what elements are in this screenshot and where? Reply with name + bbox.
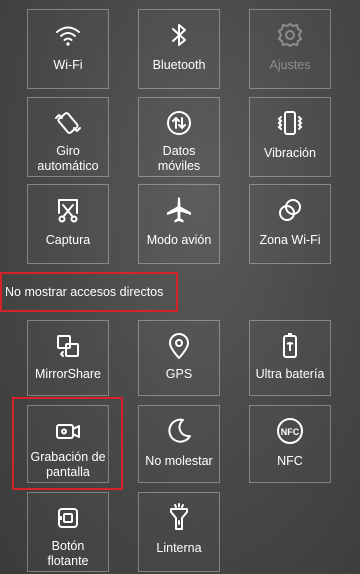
mobile-data-icon [164, 108, 194, 138]
tile-gps[interactable]: GPS [138, 320, 220, 396]
tile-vibration[interactable]: Vibración [249, 97, 331, 177]
tile-label: Ajustes [269, 58, 311, 72]
tile-label: No molestar [145, 454, 213, 468]
tile-flashlight[interactable]: Linterna [138, 492, 220, 572]
tile-label: Wi-Fi [53, 58, 83, 72]
tile-label: Zona Wi-Fi [259, 233, 321, 247]
tile-do-not-disturb[interactable]: No molestar [138, 405, 220, 483]
tile-ultra-battery[interactable]: Ultra batería [249, 320, 331, 396]
tile-mobile-data[interactable]: Datos móviles [138, 97, 220, 177]
tile-hotspot[interactable]: Zona Wi-Fi [249, 184, 331, 264]
tile-settings[interactable]: Ajustes [249, 9, 331, 89]
tile-label: Ultra batería [255, 367, 325, 381]
wifi-icon [53, 20, 83, 50]
tile-screen-recording[interactable]: Grabación de pantalla [27, 405, 109, 483]
hidden-shortcuts-section-label: No mostrar accesos directos [0, 272, 178, 312]
tile-floating-button[interactable]: Botón flotante [27, 492, 109, 572]
gear-icon [275, 20, 305, 50]
bluetooth-icon [164, 20, 194, 50]
svg-text:NFC: NFC [281, 427, 300, 437]
tile-mirrorshare[interactable]: MirrorShare [27, 320, 109, 396]
tile-label: Datos móviles [157, 144, 201, 173]
tile-label: Grabación de pantalla [30, 450, 106, 479]
tile-label: NFC [277, 454, 303, 468]
tile-label: Vibración [264, 146, 316, 160]
battery-icon [275, 331, 305, 361]
tile-bluetooth[interactable]: Bluetooth [138, 9, 220, 89]
tile-label: GPS [165, 367, 193, 381]
tile-screenshot[interactable]: Captura [27, 184, 109, 264]
tile-nfc[interactable]: NFC NFC [249, 405, 331, 483]
moon-icon [164, 416, 194, 446]
floating-button-icon [53, 503, 83, 533]
tile-label: Botón flotante [47, 539, 89, 568]
mirrorshare-icon [53, 331, 83, 361]
tile-airplane-mode[interactable]: Modo avión [138, 184, 220, 264]
vibration-icon [275, 108, 305, 138]
location-pin-icon [164, 331, 194, 361]
tile-label: Giro automático [37, 144, 99, 173]
hotspot-icon [275, 195, 305, 225]
tile-label: MirrorShare [35, 367, 101, 381]
airplane-icon [164, 195, 194, 225]
tile-label: Linterna [156, 541, 202, 555]
tile-auto-rotate[interactable]: Giro automático [27, 97, 109, 177]
flashlight-icon [164, 503, 194, 533]
screen-record-icon [53, 416, 83, 446]
tile-label: Bluetooth [152, 58, 206, 72]
screenshot-scissors-icon [53, 195, 83, 225]
tile-wifi[interactable]: Wi-Fi [27, 9, 109, 89]
tile-label: Modo avión [146, 233, 212, 247]
nfc-icon: NFC [275, 416, 305, 446]
auto-rotate-icon [53, 108, 83, 138]
tile-label: Captura [45, 233, 91, 247]
